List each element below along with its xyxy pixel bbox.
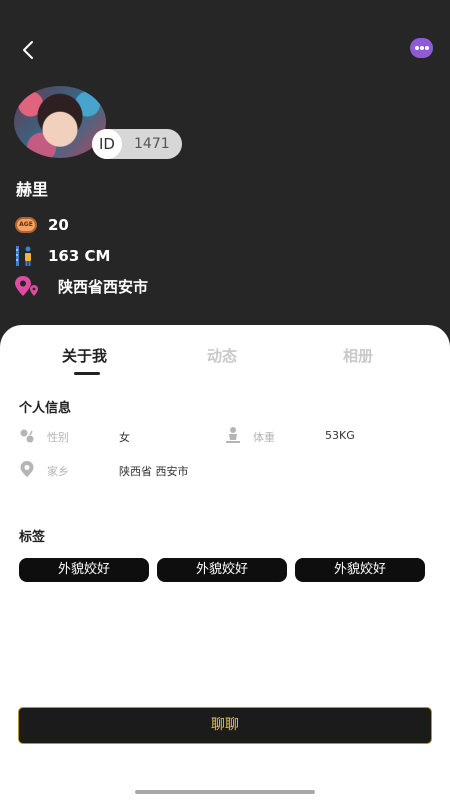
weight-value: 53KG (325, 429, 355, 442)
location-value: 陕西省西安市 (58, 277, 149, 296)
age-value: 20 (48, 216, 69, 234)
weight-icon (226, 427, 240, 443)
chat-button[interactable]: 聊聊 (18, 707, 432, 744)
tags-title: 标签 (19, 530, 46, 545)
tag-chip: 外貌姣好 (19, 558, 149, 582)
age-icon: AGE (14, 214, 38, 236)
profile-name: 赫里 (16, 180, 49, 199)
back-arrow-icon[interactable] (14, 36, 42, 64)
height-value: 163 CM (48, 247, 111, 265)
dot-icon (425, 46, 429, 50)
weight-label: 体重 (253, 431, 275, 444)
tab-about-me[interactable]: 关于我 (62, 345, 107, 366)
location-pin-icon (14, 275, 38, 297)
hometown-value: 陕西省 西安市 (119, 465, 189, 478)
profile-header: ID 1471 赫里 AGE 20 163 CM 陕西省西安市 (0, 0, 450, 340)
more-options-button[interactable] (410, 38, 433, 58)
profile-detail-sheet: 关于我 动态 相册 个人信息 性别 女 体重 53KG 家乡 陕西省 西安市 标… (0, 325, 450, 800)
location-row: 陕西省西安市 (14, 275, 148, 297)
hometown-pin-icon (20, 461, 34, 477)
home-indicator (135, 790, 315, 794)
hometown-label: 家乡 (47, 465, 69, 478)
gender-value: 女 (119, 431, 130, 444)
age-row: AGE 20 (14, 214, 69, 236)
height-icon (14, 245, 38, 267)
tag-chip: 外貌姣好 (157, 558, 287, 582)
id-number: 1471 (134, 136, 170, 152)
gender-label: 性别 (47, 431, 69, 444)
tab-album[interactable]: 相册 (343, 345, 373, 366)
personal-info-title: 个人信息 (19, 401, 72, 416)
tag-chip: 外貌姣好 (295, 558, 425, 582)
gender-icon (20, 429, 34, 443)
active-tab-indicator (74, 372, 100, 375)
id-label: ID (92, 129, 122, 159)
dot-icon (415, 46, 419, 50)
tab-moments[interactable]: 动态 (207, 345, 237, 366)
dot-icon (420, 46, 424, 50)
height-row: 163 CM (14, 245, 110, 267)
id-badge: ID 1471 (92, 129, 182, 159)
